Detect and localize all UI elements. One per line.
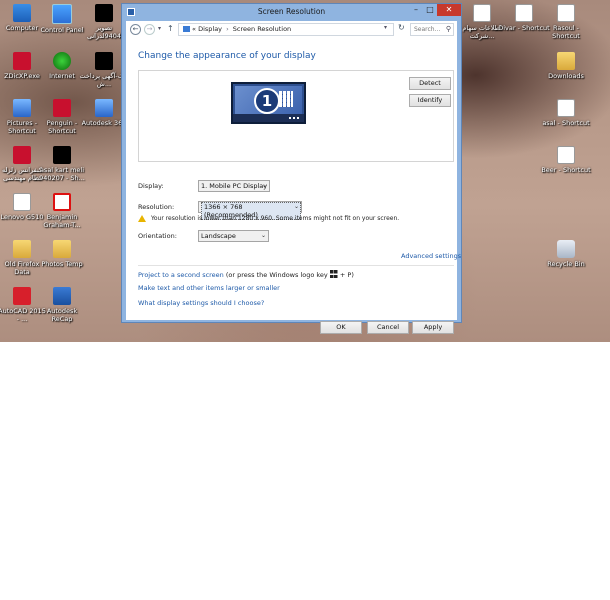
- pictures-icon: [13, 99, 31, 117]
- identify-button[interactable]: Identify: [409, 94, 451, 107]
- monitor-taskbar: [233, 114, 304, 122]
- shortcut-icon: [557, 99, 575, 117]
- warning-icon: [138, 215, 146, 222]
- image-file-icon: [95, 52, 113, 70]
- internet-icon: [53, 52, 71, 70]
- display-settings-help-link[interactable]: What display settings should I choose?: [138, 299, 264, 307]
- text-size-link[interactable]: Make text and other items larger or smal…: [138, 284, 280, 292]
- start-grid-icon: [279, 91, 293, 107]
- chevron-down-icon: ⌄: [261, 182, 267, 189]
- folder-icon: [53, 240, 71, 258]
- image-file-icon: [95, 4, 113, 22]
- desktop-icon-rasoul[interactable]: Rasoul - Shortcut: [540, 4, 592, 40]
- screen-resolution-window: Screen Resolution – □ ✕ ← → ▾ ↑ « Displa…: [121, 3, 462, 334]
- breadcrumb-screen-resolution[interactable]: Screen Resolution: [233, 25, 291, 33]
- autocad-icon: [13, 287, 31, 305]
- recap-icon: [53, 287, 71, 305]
- project-line: Project to a second screen (or press the…: [138, 270, 354, 279]
- resolution-warning: Your resolution is lower than 1280 x 960…: [151, 215, 400, 222]
- desktop-icon-recap[interactable]: Autodesk ReCap: [36, 287, 88, 323]
- orientation-label: Orientation:: [138, 232, 177, 240]
- pdf-icon: [53, 193, 71, 211]
- control-panel-icon: [183, 26, 190, 32]
- cancel-button[interactable]: Cancel: [367, 321, 409, 334]
- shortcut-icon: [515, 4, 533, 22]
- folder-icon: [13, 240, 31, 258]
- forward-button[interactable]: →: [144, 24, 155, 35]
- detect-button[interactable]: Detect: [409, 77, 451, 90]
- divider: [138, 265, 454, 266]
- content-pane: Change the appearance of your display 1 …: [126, 39, 461, 334]
- autodesk-icon: [95, 99, 113, 117]
- monitor-number: 1: [254, 88, 280, 114]
- pdf-icon: [13, 146, 31, 164]
- desktop-icon-recycle-bin[interactable]: Recycle Bin: [540, 240, 592, 268]
- windows-logo-icon: [329, 270, 338, 278]
- desktop-icon-asal-kart[interactable]: asal kart meli 940207 - Sh...: [36, 146, 88, 182]
- apply-button[interactable]: Apply: [412, 321, 454, 334]
- back-button[interactable]: ←: [130, 24, 141, 35]
- document-icon: [13, 193, 31, 211]
- maximize-button[interactable]: □: [423, 4, 437, 16]
- resolution-select[interactable]: 1366 × 768 (Recommended) ⌄: [198, 201, 302, 220]
- resolution-label: Resolution:: [138, 203, 175, 211]
- monitor-1[interactable]: 1: [231, 82, 306, 124]
- search-icon: ⚲: [445, 25, 451, 33]
- image-file-icon: [53, 146, 71, 164]
- display-label: Display:: [138, 182, 164, 190]
- recycle-bin-icon: [557, 240, 575, 258]
- chevron-down-icon: ⌄: [260, 232, 266, 239]
- desktop-icon-benjamin-graham[interactable]: Benjamin Graham-T...: [36, 193, 88, 229]
- recent-locations-dropdown[interactable]: ▾: [158, 25, 161, 32]
- title-bar[interactable]: Screen Resolution – □ ✕: [122, 4, 461, 21]
- computer-icon: [13, 4, 31, 22]
- page-title: Change the appearance of your display: [138, 51, 316, 61]
- address-dropdown[interactable]: ▾: [384, 24, 387, 31]
- up-button[interactable]: ↑: [167, 24, 174, 33]
- app-icon: [13, 52, 31, 70]
- refresh-button[interactable]: ↻: [398, 23, 405, 32]
- control-panel-icon: [52, 4, 72, 24]
- desktop-icon-asal[interactable]: asal - Shortcut: [540, 99, 592, 127]
- advanced-settings-link[interactable]: Advanced settings: [401, 252, 461, 260]
- display-select[interactable]: 1. Mobile PC Display ⌄: [198, 180, 270, 192]
- ok-button[interactable]: OK: [320, 321, 362, 334]
- chevron-down-icon: ⌄: [293, 203, 299, 210]
- search-input[interactable]: Search... ⚲: [410, 23, 454, 36]
- project-second-screen-link[interactable]: Project to a second screen: [138, 271, 224, 279]
- breadcrumb-display[interactable]: Display: [198, 25, 222, 33]
- close-button[interactable]: ✕: [437, 4, 461, 16]
- folder-icon: [557, 52, 575, 70]
- desktop-icon-downloads[interactable]: Downloads: [540, 52, 592, 80]
- desktop-icon-photos-temp[interactable]: Photos Temp: [36, 240, 88, 268]
- shortcut-icon: [557, 146, 575, 164]
- desktop-icon-beer[interactable]: Beer - Shortcut: [540, 146, 592, 174]
- display-preview: 1 Detect Identify: [138, 70, 454, 162]
- breadcrumb[interactable]: « Display › Screen Resolution: [178, 23, 394, 36]
- shortcut-icon: [557, 4, 575, 22]
- minimize-button[interactable]: –: [409, 4, 423, 16]
- file-icon: [473, 4, 491, 22]
- pdf-icon: [53, 99, 71, 117]
- address-bar: ← → ▾ ↑ « Display › Screen Resolution ▾ …: [126, 21, 457, 39]
- orientation-select[interactable]: Landscape ⌄: [198, 230, 269, 242]
